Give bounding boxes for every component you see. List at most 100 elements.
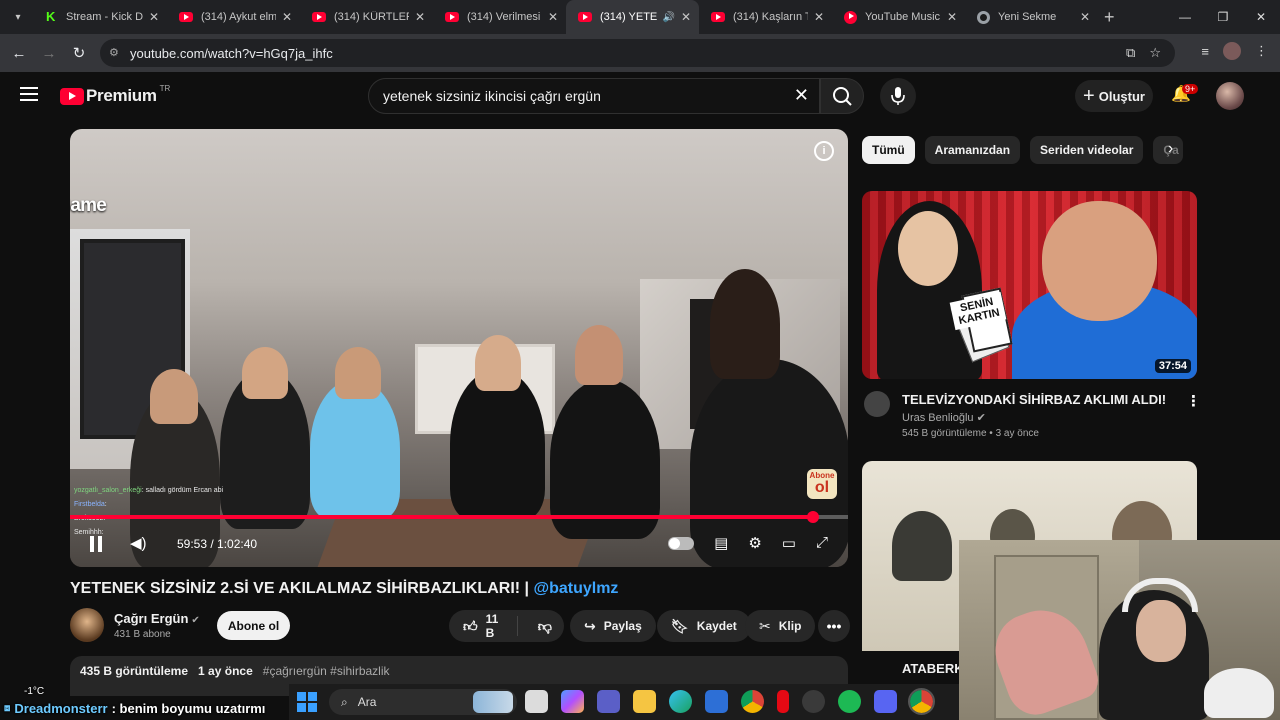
chrome-active-icon[interactable]: [908, 688, 935, 715]
fullscreen-icon[interactable]: ⤢: [816, 534, 828, 552]
subscribe-button[interactable]: Abone ol: [217, 611, 290, 640]
time-display: 59:53 / 1:02:40: [177, 537, 258, 551]
close-window-button[interactable]: ✕: [1242, 0, 1280, 34]
media-control-icon[interactable]: ≡: [1201, 44, 1209, 59]
tab-title: Yeni Sekme: [998, 11, 1057, 23]
channel-name[interactable]: Çağrı Ergün ✔: [114, 611, 200, 626]
more-actions-button[interactable]: •••: [818, 610, 850, 642]
create-button[interactable]: + Oluştur: [1075, 80, 1153, 112]
chip-from-search[interactable]: Aramanızdan: [924, 136, 1021, 164]
chat-line: yozgatlı_salon_erkeği: salladı gördüm Er…: [74, 484, 223, 498]
channel-name-text: Çağrı Ergün: [114, 611, 189, 626]
close-icon[interactable]: ✕: [1080, 10, 1090, 24]
tab-5-active[interactable]: (314) YETENE 🔊 ✕: [566, 0, 699, 34]
close-icon[interactable]: ✕: [415, 10, 425, 24]
related-video-title[interactable]: ATABERK: [902, 661, 964, 676]
abone-bottom-text: ol: [814, 479, 830, 496]
channel-avatar[interactable]: [70, 608, 104, 642]
related-age: 3 ay önce: [995, 428, 1039, 439]
bookmark-star-icon[interactable]: ☆: [1149, 45, 1161, 61]
site-info-icon[interactable]: ⚙: [109, 46, 119, 59]
task-view-icon[interactable]: [525, 690, 548, 713]
tab-6[interactable]: (314) Kaşların To ✕: [699, 0, 832, 34]
search-input[interactable]: yetenek sizsiniz ikincisi çağrı ergün ✕: [368, 78, 820, 114]
store-icon[interactable]: [705, 690, 728, 713]
theater-mode-icon[interactable]: ▭: [782, 534, 796, 552]
subtitles-icon[interactable]: ▤: [714, 534, 728, 552]
chevron-right-icon[interactable]: ›: [1168, 140, 1173, 158]
autoplay-toggle[interactable]: [668, 537, 695, 550]
minimize-button[interactable]: —: [1166, 0, 1204, 34]
related-video-title[interactable]: TELEVİZYONDAKİ SİHİRBAZ AKLIMI ALDI!: [902, 392, 1166, 407]
search-highlight-art: [473, 691, 513, 713]
info-icon[interactable]: i: [814, 141, 834, 161]
profile-icon[interactable]: [1223, 42, 1241, 60]
teams-icon[interactable]: [597, 690, 620, 713]
volume-icon[interactable]: ◀): [130, 534, 147, 552]
forward-button[interactable]: →: [34, 45, 64, 62]
voice-search-button[interactable]: [880, 78, 916, 114]
abone-ol-overlay: Abone ol: [807, 469, 837, 499]
new-tab-button[interactable]: +: [1104, 7, 1115, 28]
omnibox[interactable]: ⚙ youtube.com/watch?v=hGq7ja_ihfc ⧉ ☆: [100, 39, 1175, 67]
spotify-icon[interactable]: [838, 690, 861, 713]
related-channel-name[interactable]: Uras Benlioğlu ✔: [902, 411, 986, 424]
browser-menu-icon[interactable]: ⋮: [1255, 43, 1268, 59]
close-icon[interactable]: ✕: [814, 10, 824, 24]
video-player[interactable]: ByNoGame i Aboneol yozgatlı_salon_erkeği…: [70, 129, 848, 567]
clear-search-icon[interactable]: ✕: [794, 85, 809, 106]
close-icon[interactable]: ✕: [282, 10, 292, 24]
like-button[interactable]: 👍︎ 11 B: [449, 612, 518, 640]
close-icon[interactable]: ✕: [149, 10, 159, 24]
settings-gear-icon[interactable]: ⚙: [748, 534, 761, 552]
chat-username: Dreadmonsterr: [14, 701, 108, 716]
tab-1[interactable]: K Stream - Kick Da ✕: [34, 0, 167, 34]
menu-icon[interactable]: [20, 87, 38, 101]
related-video-thumbnail[interactable]: ♥ SENİN KARTIN 37:54: [862, 191, 1197, 379]
progress-bar[interactable]: [70, 511, 848, 523]
back-button[interactable]: ←: [4, 45, 34, 62]
chip-series[interactable]: Seriden videolar: [1030, 136, 1144, 164]
close-icon[interactable]: ✕: [947, 10, 957, 24]
like-count: 11 B: [485, 612, 499, 640]
tab-3[interactable]: (314) KÜRTLERD ✕: [300, 0, 433, 34]
netflix-icon[interactable]: [777, 690, 789, 713]
chrome-icon[interactable]: [741, 690, 764, 713]
maximize-button[interactable]: ❐: [1204, 0, 1242, 34]
tab-4[interactable]: (314) Verilmesi g ✕: [433, 0, 566, 34]
file-explorer-icon[interactable]: [633, 690, 656, 713]
verified-icon: ✔: [191, 615, 200, 626]
scrubber-handle[interactable]: [806, 511, 819, 523]
account-avatar[interactable]: [1216, 82, 1244, 110]
copilot-icon[interactable]: [561, 690, 584, 713]
chat-badge-icon: ⧈: [4, 703, 11, 714]
related-channel-avatar[interactable]: [864, 391, 890, 417]
save-button[interactable]: 🔖︎ Kaydet: [657, 610, 751, 642]
tab-2[interactable]: (314) Aykut elma ✕: [167, 0, 300, 34]
chip-all[interactable]: Tümü: [862, 136, 915, 164]
search-button[interactable]: [820, 78, 864, 114]
tab-8[interactable]: Yeni Sekme ✕: [965, 0, 1098, 34]
taskbar-search[interactable]: ⌕ Ara: [329, 689, 517, 715]
pause-button[interactable]: [90, 536, 102, 552]
speaker-icon[interactable]: 🔊: [662, 12, 674, 23]
thumbs-down-icon: 👎︎: [537, 617, 552, 634]
tab-7[interactable]: YouTube Music ✕: [832, 0, 965, 34]
discord-icon[interactable]: [874, 690, 897, 713]
reload-button[interactable]: ↻: [64, 44, 94, 62]
youtube-logo[interactable]: Premium TR: [60, 84, 170, 106]
dislike-button[interactable]: 👎︎: [526, 618, 564, 635]
clip-button[interactable]: ✂ Klip: [745, 610, 816, 642]
close-icon[interactable]: ✕: [681, 10, 691, 24]
edge-icon[interactable]: [669, 690, 692, 713]
install-app-icon[interactable]: ⧉: [1126, 45, 1135, 61]
more-vertical-icon[interactable]: ⋮: [1186, 392, 1201, 410]
video-title-mention[interactable]: @batuylmz: [533, 580, 618, 597]
share-button[interactable]: ↪ Paylaş: [570, 610, 656, 642]
windows-start-icon[interactable]: [297, 692, 317, 712]
app-icon[interactable]: [802, 690, 825, 713]
close-icon[interactable]: ✕: [548, 10, 558, 24]
hashtags[interactable]: #çağrıergün #sihirbazlik: [263, 664, 390, 678]
chat-msg: :: [104, 501, 107, 508]
tab-search-button[interactable]: ▾: [8, 7, 28, 27]
